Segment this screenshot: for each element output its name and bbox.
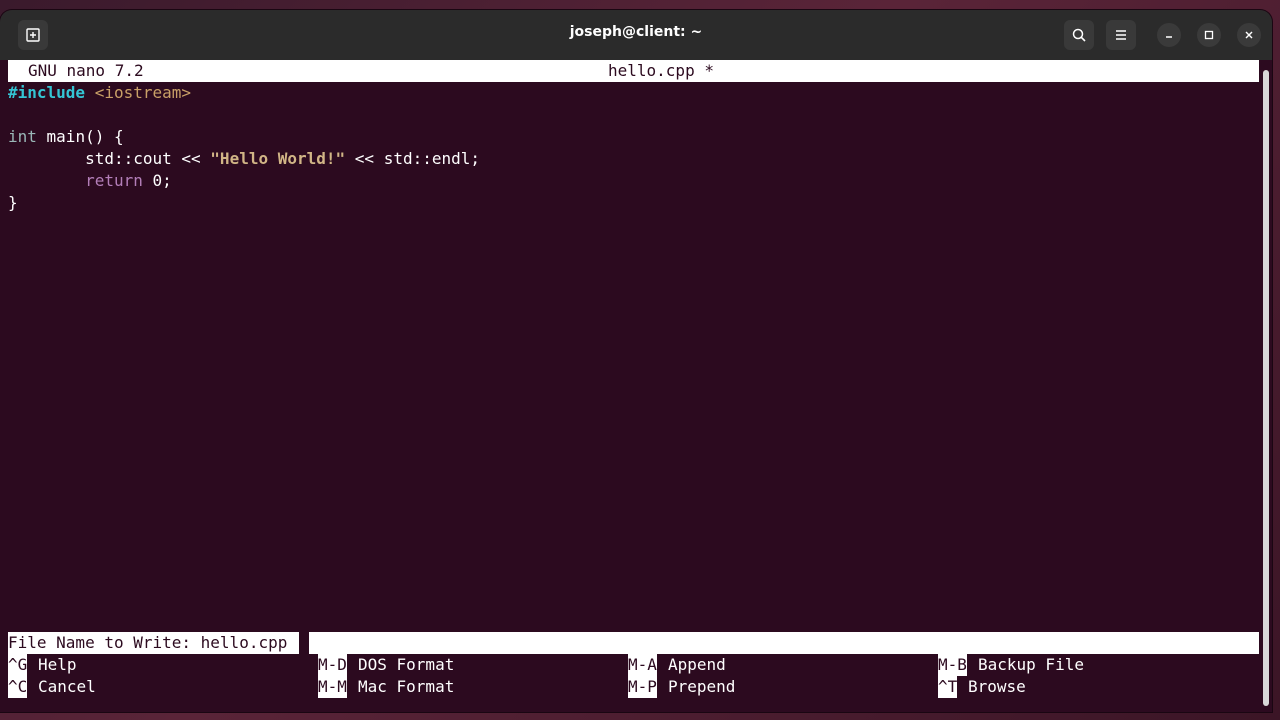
closing-brace: } <box>8 193 18 212</box>
code-line-4: std::cout << "Hello World!" << std::endl… <box>8 148 480 170</box>
minimize-icon <box>1166 36 1172 38</box>
text-cursor <box>299 632 309 654</box>
shortcut-key-backup-file[interactable]: M-B <box>938 654 967 676</box>
shortcut-label-backup-file[interactable]: Backup File <box>978 654 1084 676</box>
code-line-6: } <box>8 192 18 214</box>
nano-version: GNU nano 7.2 <box>28 61 144 80</box>
hamburger-menu-icon <box>1116 30 1126 40</box>
title-bar: joseph@client: ~ <box>0 10 1272 60</box>
shortcut-key-prepend[interactable]: M-P <box>628 676 657 698</box>
nano-title-bar: GNU nano 7.2 hello.cpp * <box>8 60 1259 82</box>
shortcut-label-mac-format[interactable]: Mac Format <box>358 676 454 698</box>
shortcut-label-help[interactable]: Help <box>38 654 77 676</box>
filename-prompt[interactable]: File Name to Write: hello.cpp <box>8 632 287 654</box>
endl-call: << std::endl; <box>345 149 481 168</box>
shortcut-label-prepend[interactable]: Prepend <box>668 676 735 698</box>
include-header: <iostream> <box>94 83 192 102</box>
close-button[interactable] <box>1237 23 1261 47</box>
menu-button[interactable] <box>1106 20 1136 50</box>
shortcut-row-2: ^C Cancel M-M Mac Format M-P Prepend ^T … <box>8 676 1259 698</box>
maximize-icon <box>1204 30 1214 40</box>
shortcut-key-dos-format[interactable]: M-D <box>318 654 347 676</box>
close-icon <box>1245 31 1253 39</box>
code-line-1: #include <iostream> <box>8 82 191 104</box>
shortcut-key-browse[interactable]: ^T <box>938 676 958 698</box>
code-line-5: return 0; <box>8 170 172 192</box>
terminal-window: joseph@client: ~ GNU nano 7.2 hello.cpp … <box>0 10 1272 712</box>
terminal-content[interactable]: GNU nano 7.2 hello.cpp * #include <iostr… <box>8 60 1259 710</box>
string-literal: "Hello World!" <box>210 149 346 168</box>
search-icon <box>1072 28 1086 42</box>
shortcut-key-help[interactable]: ^G <box>8 654 28 676</box>
code-line-3: int main() { <box>8 126 124 148</box>
search-button[interactable] <box>1064 20 1094 50</box>
filename-prompt-bar[interactable]: File Name to Write: hello.cpp <box>8 632 1259 654</box>
shortcut-key-mac-format[interactable]: M-M <box>318 676 347 698</box>
include-directive: #include <box>8 83 86 102</box>
return-keyword: return <box>85 171 143 190</box>
terminal-scrollbar[interactable] <box>1263 70 1269 706</box>
type-keyword: int <box>8 127 37 146</box>
return-value: 0; <box>142 171 172 190</box>
nano-filename: hello.cpp * <box>608 61 714 80</box>
cout-call: std::cout << <box>85 149 211 168</box>
main-signature: main() { <box>36 127 124 146</box>
shortcut-row-1: ^G Help M-D DOS Format M-A Append M-B Ba… <box>8 654 1259 676</box>
shortcut-label-cancel[interactable]: Cancel <box>38 676 96 698</box>
shortcut-label-browse[interactable]: Browse <box>968 676 1026 698</box>
minimize-button[interactable] <box>1157 23 1181 47</box>
shortcut-key-cancel[interactable]: ^C <box>8 676 28 698</box>
shortcut-key-append[interactable]: M-A <box>628 654 657 676</box>
shortcut-label-append[interactable]: Append <box>668 654 726 676</box>
maximize-button[interactable] <box>1197 23 1221 47</box>
shortcut-label-dos-format[interactable]: DOS Format <box>358 654 454 676</box>
